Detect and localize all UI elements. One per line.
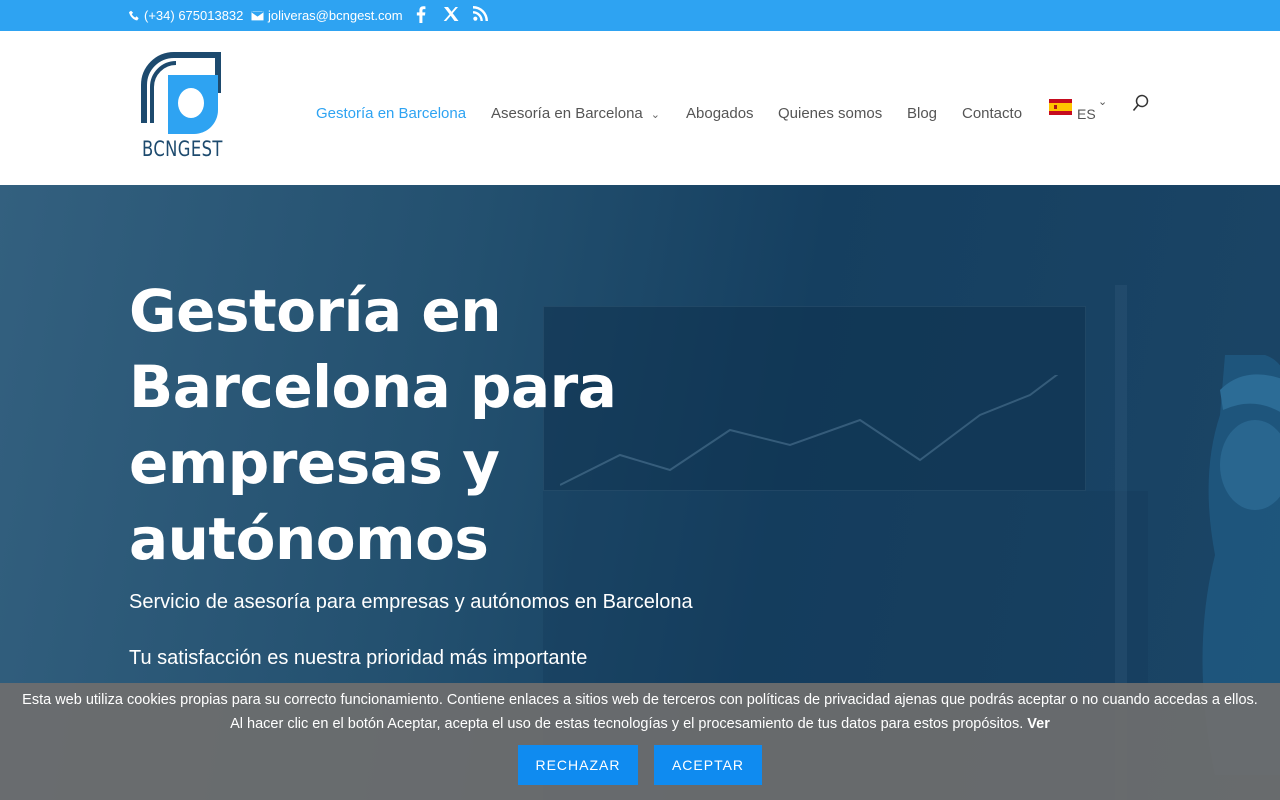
nav-asesoria[interactable]: Asesoría en Barcelona ⌄: [491, 105, 660, 122]
language-chevron-icon[interactable]: ⌄: [1098, 95, 1107, 108]
x-icon[interactable]: [443, 6, 459, 22]
phone-icon: [129, 10, 139, 21]
hero-title: Gestoría en Barcelona para empresas y au…: [129, 277, 617, 573]
reject-cookies-button[interactable]: RECHAZAR: [518, 745, 638, 785]
cookie-text-line2: Al hacer clic en el botón Aceptar, acept…: [230, 716, 1024, 732]
spain-flag-icon[interactable]: [1049, 99, 1072, 115]
phone-number: (+34) 675013832: [144, 8, 244, 23]
site-header: BCNGEST Gestoría en Barcelona Asesoría e…: [0, 31, 1280, 185]
hero-subtitle: Servicio de asesoría para empresas y aut…: [129, 591, 693, 613]
top-bar: (+34) 675013832 joliveras@bcngest.com: [0, 0, 1280, 31]
cookie-text-line2-wrapper: Al hacer clic en el botón Aceptar, acept…: [0, 716, 1280, 732]
nav-quienes-somos[interactable]: Quienes somos: [778, 105, 882, 122]
envelope-icon: [251, 10, 264, 21]
language-selector[interactable]: ES: [1077, 106, 1096, 122]
phone-contact[interactable]: (+34) 675013832: [129, 8, 243, 23]
email-address: joliveras@bcngest.com: [268, 8, 403, 23]
rss-icon[interactable]: [473, 6, 488, 21]
email-contact[interactable]: joliveras@bcngest.com: [251, 8, 403, 23]
logo-text: BCNGEST: [142, 137, 223, 161]
nav-abogados[interactable]: Abogados: [686, 105, 754, 122]
cookie-ver-link[interactable]: Ver: [1027, 716, 1050, 732]
nav-blog[interactable]: Blog: [907, 105, 937, 122]
nav-contacto[interactable]: Contacto: [962, 105, 1022, 122]
chevron-down-icon: ⌄: [650, 109, 660, 121]
accept-cookies-button[interactable]: ACEPTAR: [654, 745, 762, 785]
facebook-icon[interactable]: [416, 6, 426, 23]
nav-asesoria-label: Asesoría en Barcelona: [491, 105, 643, 122]
nav-gestoria[interactable]: Gestoría en Barcelona: [316, 105, 466, 122]
search-icon[interactable]: [1132, 94, 1150, 112]
hero-tagline: Tu satisfacción es nuestra prioridad más…: [129, 647, 588, 669]
cookie-banner: Esta web utiliza cookies propias para su…: [0, 683, 1280, 800]
cookie-text-line1: Esta web utiliza cookies propias para su…: [22, 692, 1258, 708]
